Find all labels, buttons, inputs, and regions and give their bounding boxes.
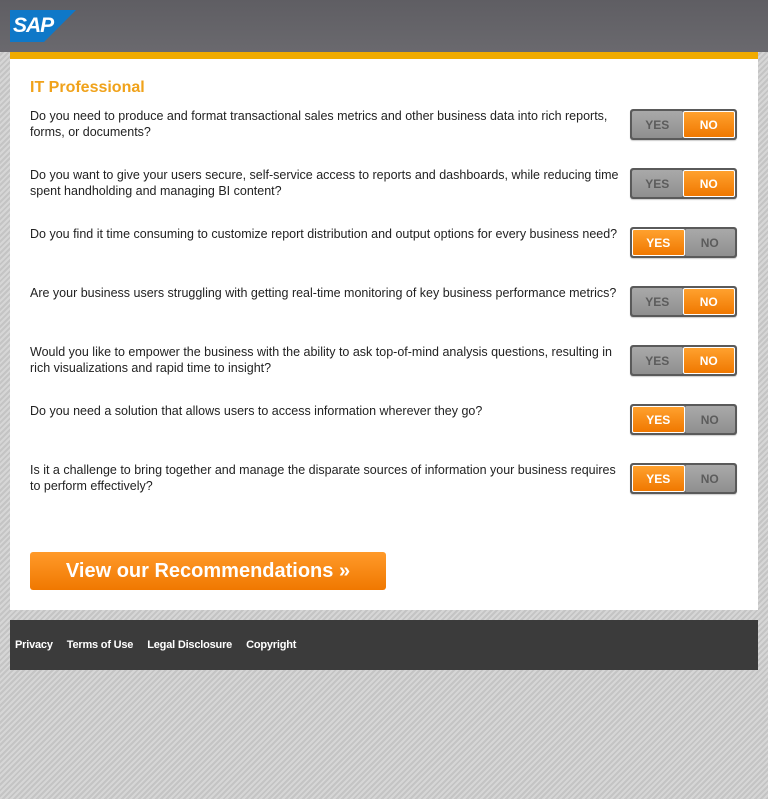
no-option[interactable]: NO bbox=[682, 347, 735, 374]
no-option[interactable]: NO bbox=[684, 229, 735, 256]
no-option[interactable]: NO bbox=[684, 406, 735, 433]
question-2-toggle[interactable]: YES NO bbox=[630, 168, 737, 199]
question-5-text: Would you like to empower the business w… bbox=[30, 345, 613, 375]
header: SAP bbox=[0, 0, 768, 52]
question-6-toggle[interactable]: YES NO bbox=[630, 404, 737, 435]
sap-logo[interactable]: SAP bbox=[10, 10, 76, 42]
question-4-text: Are your business users struggling with … bbox=[30, 286, 617, 300]
footer-link-terms-of-use[interactable]: Terms of Use bbox=[67, 639, 134, 651]
sap-logo-text: SAP bbox=[13, 14, 54, 37]
question-7-text: Is it a challenge to bring together and … bbox=[30, 463, 616, 493]
question-3-toggle[interactable]: YES NO bbox=[630, 227, 737, 258]
yes-option[interactable]: YES bbox=[632, 347, 683, 374]
question-1-text: Do you need to produce and format transa… bbox=[30, 109, 608, 139]
question-2-text: Do you want to give your users secure, s… bbox=[30, 168, 619, 198]
no-option[interactable]: NO bbox=[682, 170, 735, 197]
question-5-toggle[interactable]: YES NO bbox=[630, 345, 737, 376]
question-6-text: Do you need a solution that allows users… bbox=[30, 404, 483, 418]
questionnaire-panel: IT Professional Do you need to produce a… bbox=[10, 52, 758, 610]
view-recommendations-button[interactable]: View our Recommendations » bbox=[30, 552, 386, 590]
yes-option[interactable]: YES bbox=[632, 229, 685, 256]
yes-option[interactable]: YES bbox=[632, 111, 683, 138]
question-4-toggle[interactable]: YES NO bbox=[630, 286, 737, 317]
section-title: IT Professional bbox=[30, 79, 145, 96]
no-option[interactable]: NO bbox=[684, 465, 735, 492]
question-7-toggle[interactable]: YES NO bbox=[630, 463, 737, 494]
yes-option[interactable]: YES bbox=[632, 465, 685, 492]
question-3-text: Do you find it time consuming to customi… bbox=[30, 227, 618, 241]
question-1-toggle[interactable]: YES NO bbox=[630, 109, 737, 140]
footer-link-copyright[interactable]: Copyright bbox=[246, 639, 296, 651]
yes-option[interactable]: YES bbox=[632, 170, 683, 197]
no-option[interactable]: NO bbox=[682, 288, 735, 315]
yes-option[interactable]: YES bbox=[632, 406, 685, 433]
footer: Privacy Terms of Use Legal Disclosure Co… bbox=[10, 620, 758, 670]
yes-option[interactable]: YES bbox=[632, 288, 683, 315]
no-option[interactable]: NO bbox=[682, 111, 735, 138]
footer-link-privacy[interactable]: Privacy bbox=[15, 639, 53, 651]
footer-link-legal-disclosure[interactable]: Legal Disclosure bbox=[147, 639, 232, 651]
